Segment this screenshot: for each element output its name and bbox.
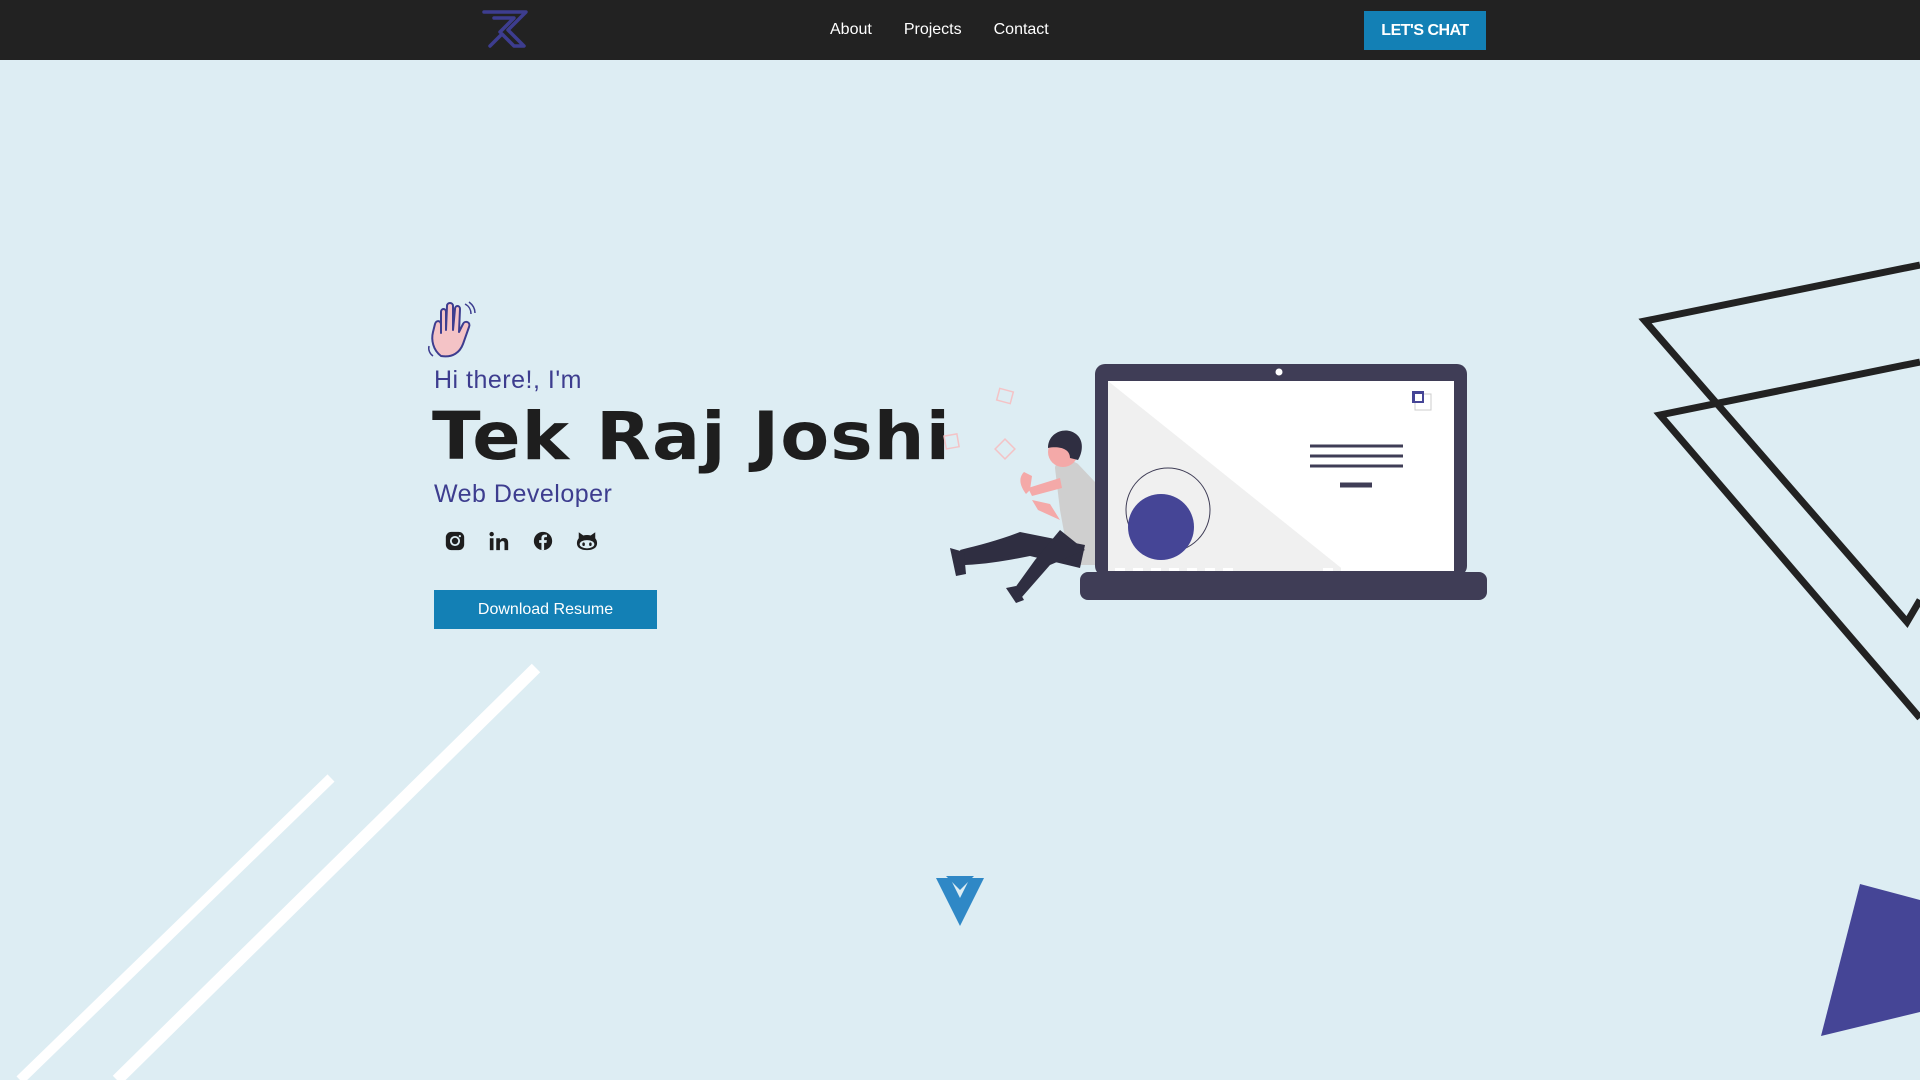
social-links (444, 530, 598, 552)
navbar: About Projects Contact LET'S CHAT (0, 0, 1920, 60)
github-icon[interactable] (576, 530, 598, 552)
hero-name: Tek Raj Joshi (432, 398, 952, 475)
waving-hand-icon (428, 301, 476, 358)
hero-greeting: Hi there!, I'm (434, 366, 582, 394)
nav-link-contact[interactable]: Contact (994, 21, 1049, 39)
nav-link-projects[interactable]: Projects (904, 21, 962, 39)
hero-role: Web Developer (434, 480, 613, 508)
linkedin-icon[interactable] (488, 530, 510, 552)
nav-link-about[interactable]: About (830, 21, 872, 39)
chevron-down-icon[interactable] (936, 876, 984, 928)
instagram-icon[interactable] (444, 530, 466, 552)
lets-chat-button[interactable]: LET'S CHAT (1364, 11, 1486, 50)
download-resume-button[interactable]: Download Resume (434, 590, 657, 629)
nav-links: About Projects Contact (830, 0, 1049, 60)
facebook-icon[interactable] (532, 530, 554, 552)
developer-with-laptop-illustration (943, 364, 1487, 603)
tr-monogram-logo[interactable] (480, 8, 530, 50)
